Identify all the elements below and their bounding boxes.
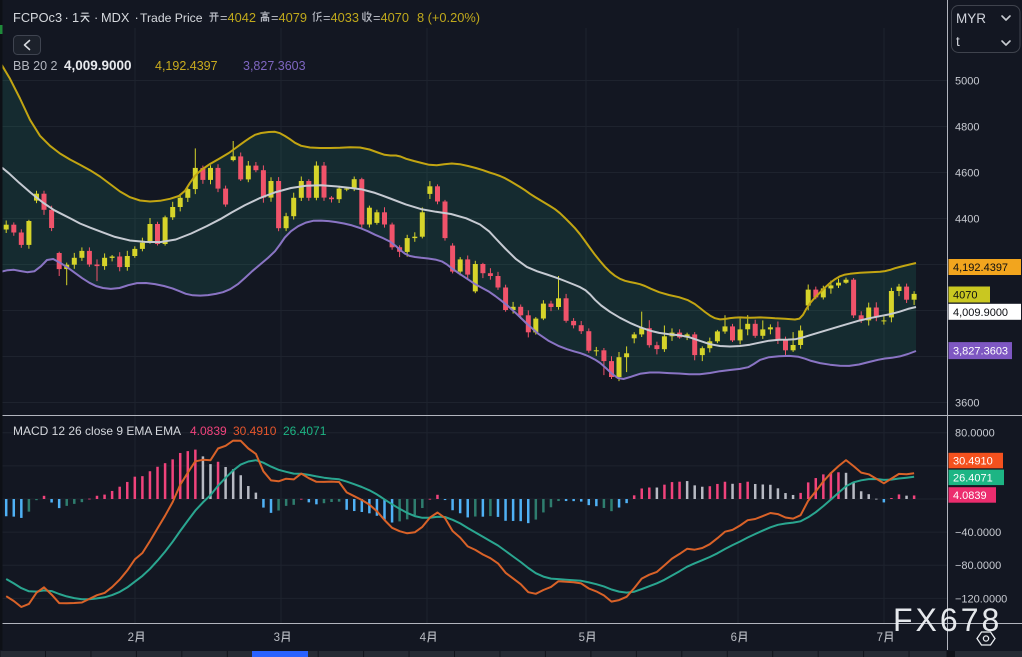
svg-text:4,192.4397: 4,192.4397 [155,59,218,73]
svg-text:4400: 4400 [955,214,979,226]
svg-text:=4070: =4070 [373,10,409,25]
svg-text:4.0839: 4.0839 [190,424,227,438]
svg-text:30.4910: 30.4910 [233,424,277,438]
svg-text:MYR: MYR [956,11,986,26]
svg-text:=4042: =4042 [220,10,256,25]
svg-text:4,009.9000: 4,009.9000 [64,58,132,73]
svg-text:4.0839: 4.0839 [953,490,987,502]
svg-text:·: · [135,10,139,25]
svg-text:=4033: =4033 [323,10,359,25]
svg-text:t: t [956,34,960,49]
svg-text:4800: 4800 [955,122,979,134]
svg-text:−120.0000: −120.0000 [955,593,1007,605]
svg-text:3: 3 [274,632,280,644]
svg-text:4: 4 [420,632,427,644]
svg-text:3,827.3603: 3,827.3603 [243,59,306,73]
svg-text:4600: 4600 [955,168,979,180]
svg-text:80.0000: 80.0000 [955,428,995,440]
svg-text:7: 7 [877,632,883,644]
svg-text:8 (+0.20%): 8 (+0.20%) [417,10,480,25]
svg-text:BB 20 2: BB 20 2 [13,59,58,73]
svg-text:2: 2 [128,632,134,644]
svg-text:Trade Price: Trade Price [140,11,203,25]
svg-text:5: 5 [579,632,585,644]
svg-text:·: · [65,10,69,25]
svg-text:MDX: MDX [101,10,130,25]
svg-text:26.4071: 26.4071 [283,424,327,438]
svg-text:=4079: =4079 [271,10,307,25]
svg-text:26.4071: 26.4071 [953,472,993,484]
svg-text:−80.0000: −80.0000 [955,560,1001,572]
svg-text:FCPOc3: FCPOc3 [13,10,62,25]
svg-text:5000: 5000 [955,76,979,88]
svg-text:1: 1 [72,10,79,25]
svg-text:·: · [94,10,98,25]
svg-text:−40.0000: −40.0000 [955,527,1001,539]
svg-text:MACD 12 26 close 9 EMA EMA: MACD 12 26 close 9 EMA EMA [13,424,181,438]
svg-text:6: 6 [731,632,737,644]
svg-text:4,009.9000: 4,009.9000 [953,307,1008,319]
svg-text:3,827.3603: 3,827.3603 [953,346,1008,358]
svg-text:30.4910: 30.4910 [953,456,993,468]
svg-text:3600: 3600 [955,398,979,410]
svg-text:4,192.4397: 4,192.4397 [953,262,1008,274]
svg-text:4070: 4070 [953,290,977,302]
